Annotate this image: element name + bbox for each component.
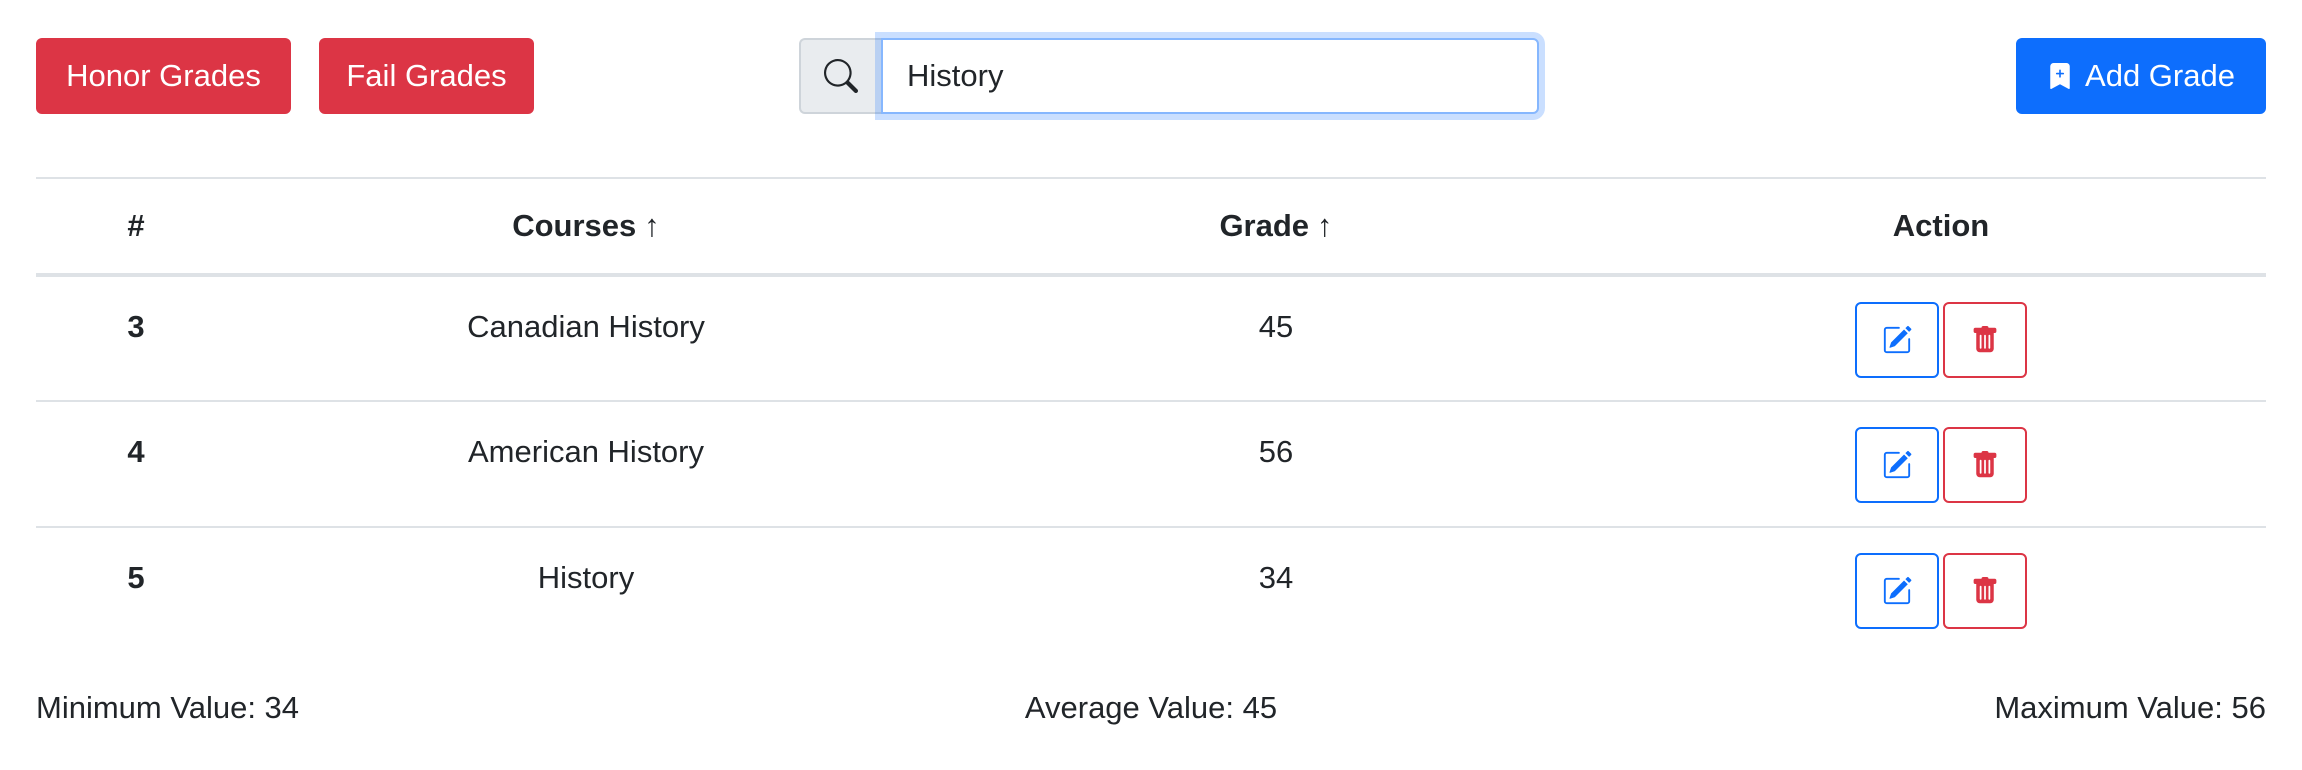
header-action: Action	[1892, 208, 1990, 243]
header-courses[interactable]: Courses ↑	[236, 178, 936, 275]
edit-button[interactable]	[1855, 427, 1939, 503]
sort-arrow-icon: ↑	[1317, 208, 1333, 243]
table-row: 5 History 34	[36, 527, 2266, 653]
minimum-value: Minimum Value: 34	[36, 690, 300, 725]
header-number: #	[127, 208, 145, 243]
row-number: 3	[127, 309, 145, 344]
trash-icon	[1973, 326, 1997, 353]
maximum-value: Maximum Value: 56	[1994, 690, 2266, 725]
row-course: Canadian History	[467, 309, 705, 344]
row-grade: 45	[1258, 309, 1294, 344]
header-grade-label: Grade	[1219, 208, 1310, 243]
row-actions	[1616, 527, 2266, 653]
table-row: 4 American History 56	[36, 401, 2266, 527]
grades-table: # Courses ↑ Grade ↑ Action 3 Canadian Hist…	[36, 177, 2266, 653]
row-actions	[1616, 401, 2266, 527]
bookmark-plus-icon	[2050, 63, 2070, 90]
edit-icon	[1883, 576, 1912, 605]
header-courses-label: Courses	[512, 208, 637, 243]
honor-grades-button[interactable]: Honor Grades	[36, 38, 291, 114]
search-group	[799, 38, 1539, 114]
header-grade[interactable]: Grade ↑	[936, 178, 1616, 275]
row-actions	[1616, 275, 2266, 401]
delete-button[interactable]	[1943, 302, 2027, 378]
delete-button[interactable]	[1943, 427, 2027, 503]
edit-icon	[1883, 325, 1912, 354]
trash-icon	[1973, 577, 1997, 604]
row-course: American History	[468, 434, 704, 469]
table-row: 3 Canadian History 45	[36, 275, 2266, 401]
sort-arrow-icon: ↑	[644, 208, 660, 243]
row-grade: 56	[1258, 434, 1294, 469]
add-grade-button[interactable]: Add Grade	[2016, 38, 2266, 114]
trash-icon	[1973, 451, 1997, 478]
stats-footer: Minimum Value: 34 Average Value: 45 Maxi…	[36, 690, 2266, 734]
edit-button[interactable]	[1855, 302, 1939, 378]
row-course: History	[537, 560, 635, 595]
toolbar: Honor Grades Fail Grades Add Grade	[36, 38, 2266, 114]
row-number: 5	[127, 560, 145, 595]
search-icon	[799, 38, 881, 114]
search-input[interactable]	[881, 38, 1539, 114]
average-value: Average Value: 45	[1024, 690, 1278, 725]
edit-icon	[1883, 450, 1912, 479]
add-grade-label: Add Grade	[2085, 58, 2235, 93]
row-number: 4	[127, 434, 145, 469]
fail-grades-button[interactable]: Fail Grades	[319, 38, 534, 114]
edit-button[interactable]	[1855, 553, 1939, 629]
table-header-row: # Courses ↑ Grade ↑ Action	[36, 178, 2266, 275]
delete-button[interactable]	[1943, 553, 2027, 629]
row-grade: 34	[1258, 560, 1294, 595]
